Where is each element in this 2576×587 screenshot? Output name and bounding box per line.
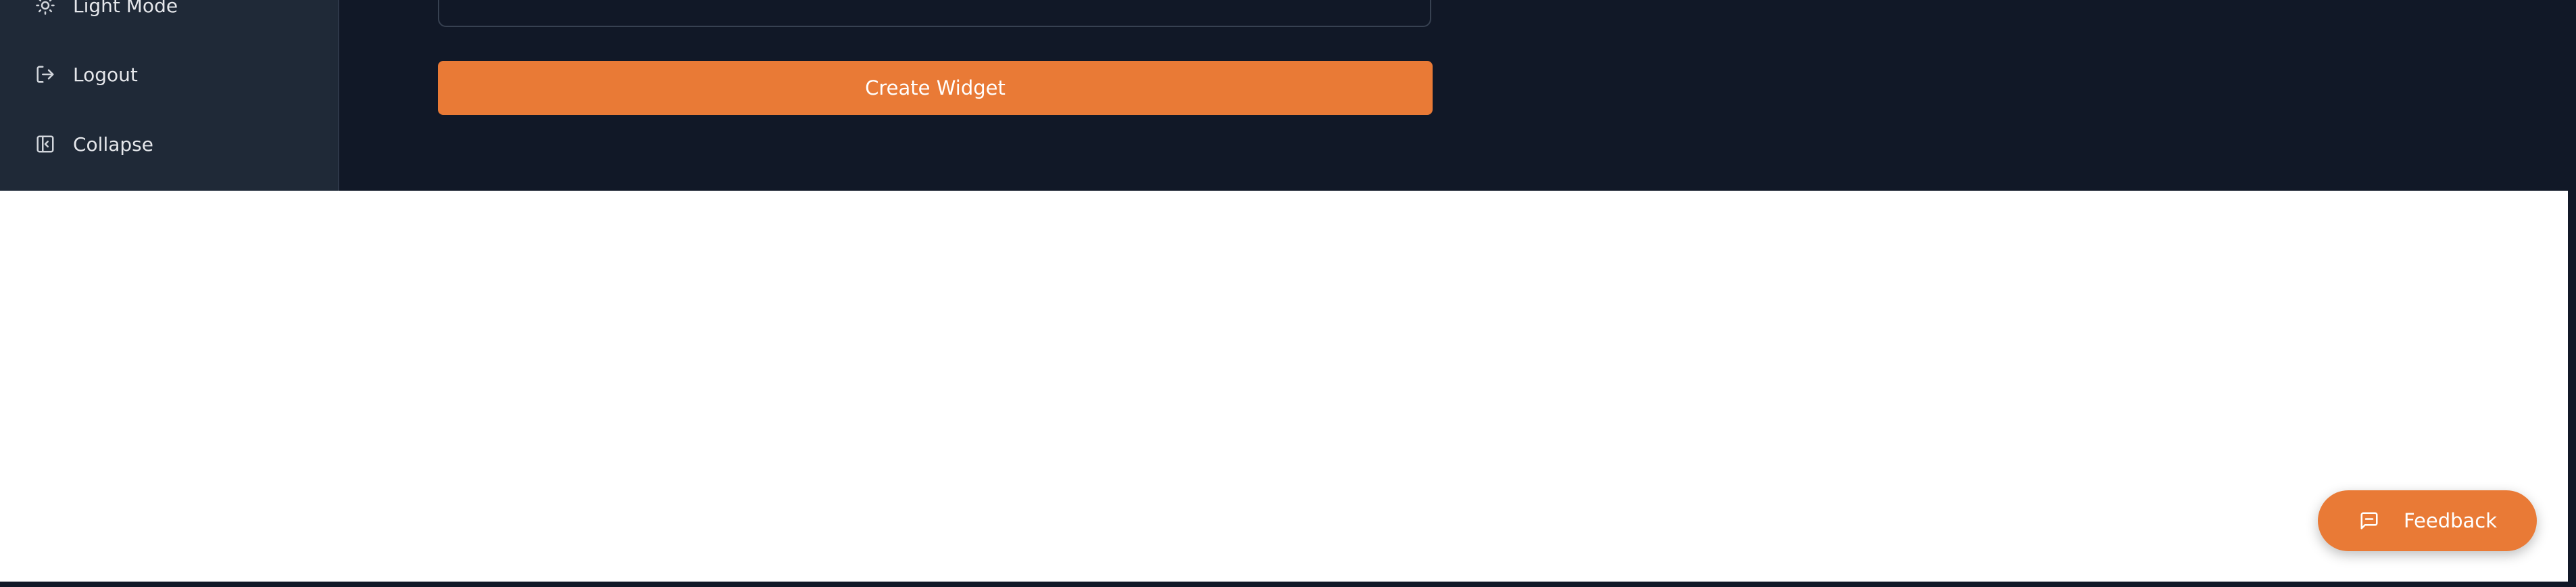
message-square-icon [2358, 509, 2381, 532]
collapse-panel-icon [34, 133, 57, 156]
sidebar-item-label: Light Mode [73, 0, 178, 17]
window-edge-bottom [0, 582, 2576, 587]
sidebar-item-collapse[interactable]: Collapse [34, 124, 153, 164]
main-content: Create Widget [339, 0, 2569, 191]
feedback-button[interactable]: Feedback [2318, 490, 2537, 551]
feedback-label: Feedback [2403, 509, 2498, 532]
window-edge [2568, 0, 2576, 587]
sun-icon [34, 0, 57, 17]
sidebar-item-logout[interactable]: Logout [34, 54, 138, 95]
create-widget-button[interactable]: Create Widget [438, 61, 1433, 115]
sidebar: Light Mode Logout Collapse [0, 0, 339, 191]
logout-icon [34, 63, 57, 86]
sidebar-item-light-mode[interactable]: Light Mode [34, 0, 178, 26]
sidebar-item-label: Collapse [73, 133, 153, 156]
content-panel [0, 191, 2568, 582]
form-input-field[interactable] [438, 0, 1431, 27]
app-window: Light Mode Logout Collapse Create Widget… [0, 0, 2576, 587]
sidebar-item-label: Logout [73, 63, 138, 86]
